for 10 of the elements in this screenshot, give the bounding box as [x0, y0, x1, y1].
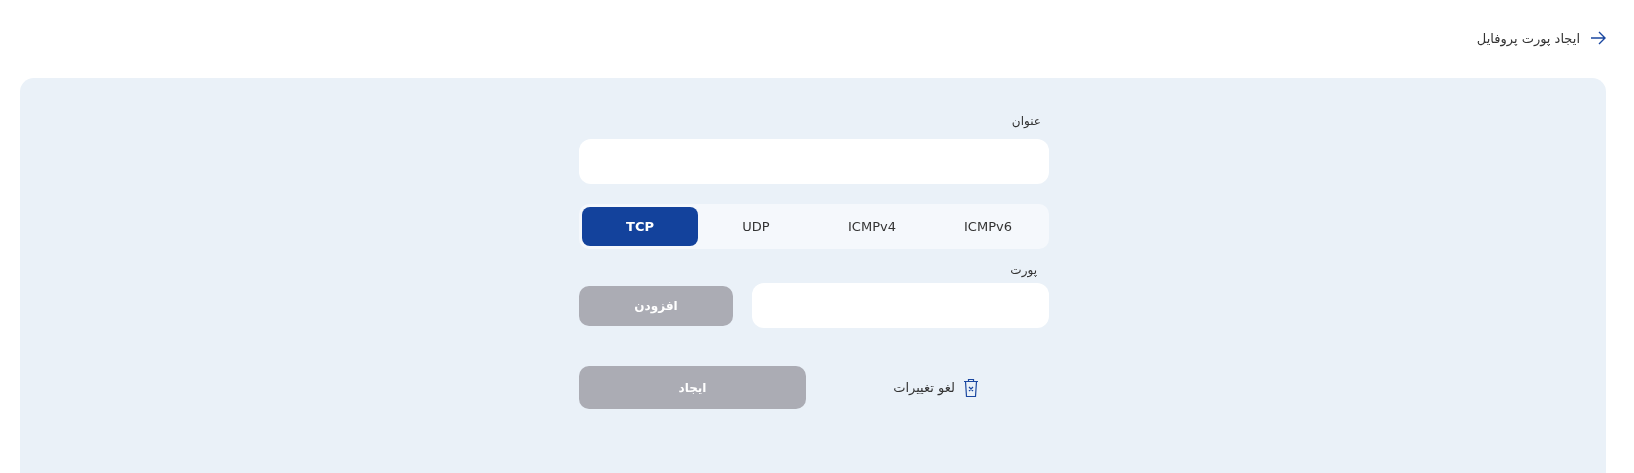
back-arrow-icon[interactable] [1590, 31, 1606, 45]
field-label: پورت [1010, 263, 1037, 279]
cancel-changes-link[interactable]: لغو تغییرات [893, 377, 979, 398]
protocol-tab[interactable]: ICMPv4 [814, 207, 930, 246]
protocol-tab[interactable]: ICMPv6 [930, 207, 1046, 246]
page-title: ایجاد پورت پروفایل [1476, 30, 1580, 46]
protocol-tab[interactable]: TCP [582, 207, 698, 246]
field-label: عنوان [1011, 114, 1041, 130]
trash-icon [963, 377, 979, 398]
protocol-tab[interactable]: UDP [698, 207, 814, 246]
